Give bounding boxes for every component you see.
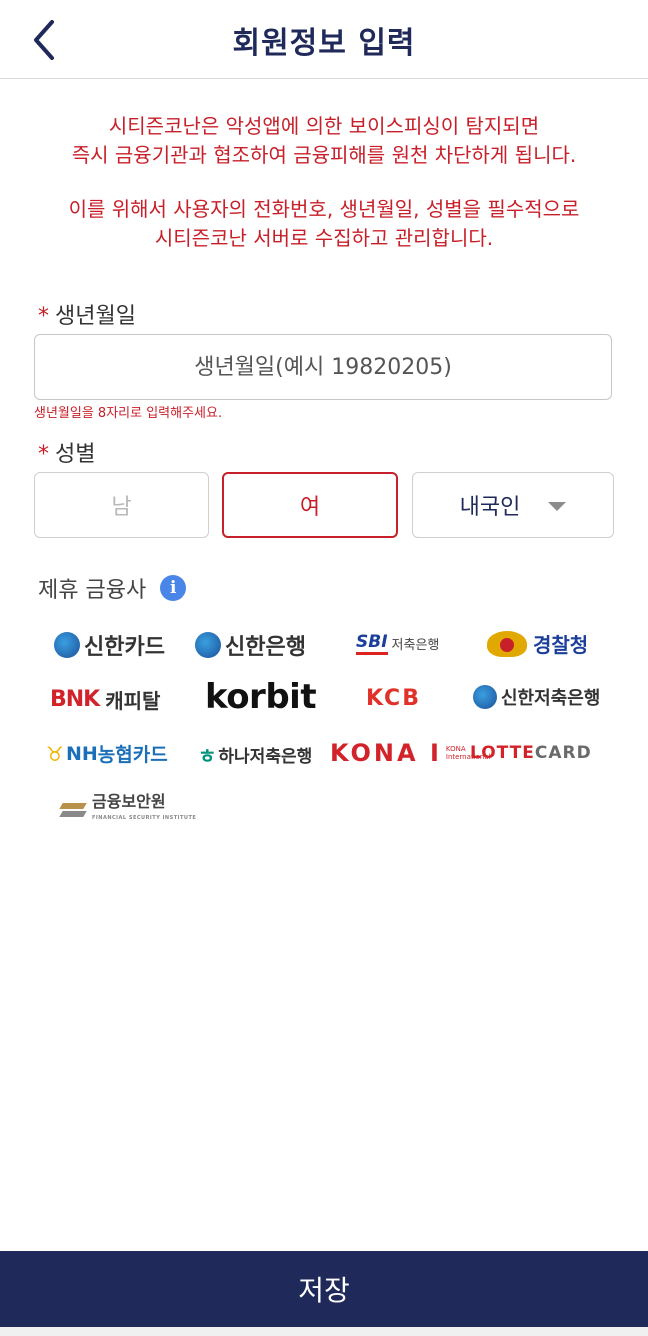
notice-line: 이를 위해서 사용자의 전화번호, 생년월일, 성별을 필수적으로 (68, 197, 580, 221)
app-header: 회원정보 입력 (0, 0, 648, 79)
logo-shinhan-card: 신한카드 (54, 629, 165, 661)
police-emblem-icon (487, 630, 527, 657)
logo-text: KONA I (330, 739, 442, 767)
logo-kcb: KCB (366, 686, 421, 711)
logo-text: 경찰청 (533, 633, 589, 657)
gender-label-text: 성별 (55, 442, 96, 467)
logo-text: 신한은행 (225, 635, 306, 660)
notice-paragraph-1: 시티즌코난은 악성앱에 의한 보이스피싱이 탐지되면 즉시 금융기관과 협조하여… (20, 112, 628, 170)
shinhan-emblem-icon (54, 632, 80, 658)
notice-paragraph-2: 이를 위해서 사용자의 전화번호, 생년월일, 성별을 필수적으로 시티즌코난 … (20, 195, 628, 253)
save-button[interactable]: 저장 (0, 1251, 648, 1327)
info-icon[interactable]: i (160, 575, 187, 601)
logo-bnk-capital: BNK 캐피탈 (50, 685, 160, 714)
notice-line: 즉시 금융기관과 협조하여 금융피해를 원천 차단하게 됩니다. (71, 143, 577, 167)
logo-text: 금융보안원 (92, 792, 166, 811)
birth-label-text: 생년월일 (55, 304, 136, 329)
shinhan-emblem-icon (473, 685, 497, 709)
logo-text: 신한카드 (84, 635, 165, 660)
shinhan-emblem-icon (195, 632, 221, 658)
logo-shinhan-bank: 신한은행 (195, 629, 306, 661)
nationality-value: 내국인 (459, 495, 521, 520)
logo-mark: SBI (356, 632, 388, 655)
logo-mark: LOTTE (470, 743, 535, 763)
logo-mark: NH (65, 742, 98, 765)
logo-hana-savings: ㅎ 하나저축은행 (198, 740, 312, 769)
logo-korbit: korbit (205, 677, 317, 717)
birth-field[interactable] (34, 334, 612, 400)
logo-lotte-card: LOTTE CARD (470, 743, 592, 763)
notice-line: 시티즌코난은 악성앱에 의한 보이스피싱이 탐지되면 (108, 114, 540, 138)
logo-kona: KONA I KONA International (330, 739, 491, 767)
partners-label-text: 제휴 금융사 (38, 578, 147, 603)
hana-emblem-icon: ㅎ (198, 744, 217, 768)
bottom-strip (0, 1327, 648, 1336)
nh-emblem-icon: ♉ (46, 741, 64, 766)
logo-text: 하나저축은행 (218, 747, 313, 767)
logo-text: CARD (534, 743, 592, 763)
logo-mark: BNK (50, 687, 100, 712)
logo-text: 캐피탈 (105, 689, 161, 713)
nationality-select[interactable]: 내국인 (412, 472, 614, 538)
logo-sbi-savings: SBI 저축은행 (356, 632, 439, 655)
partners-label: 제휴 금융사 i (38, 572, 187, 604)
logo-fsi: 금융보안원 FINANCIAL SECURITY INSTITUTE (58, 794, 196, 826)
logo-shinhan-savings: 신한저축은행 (473, 684, 600, 710)
logo-text: korbit (205, 677, 317, 717)
chevron-down-icon (548, 501, 567, 511)
page-title: 회원정보 입력 (232, 26, 416, 61)
logo-text-block: 금융보안원 FINANCIAL SECURITY INSTITUTE (92, 794, 196, 826)
gender-female-button[interactable]: 여 (222, 472, 398, 538)
logo-text: 농협카드 (97, 744, 168, 766)
logo-nh-card: ♉ NH 농협카드 (46, 740, 168, 767)
birth-label: * 생년월일 (38, 298, 136, 330)
fsi-emblem-icon (58, 800, 88, 820)
birth-hint: 생년월일을 8자리로 입력해주세요. (34, 406, 223, 421)
notice-line: 시티즌코난 서버로 수집하고 관리합니다. (154, 226, 494, 250)
gender-label: * 성별 (38, 436, 95, 468)
logo-subtext: FINANCIAL SECURITY INSTITUTE (92, 815, 197, 821)
required-mark: * (38, 442, 49, 467)
birth-input[interactable] (35, 353, 611, 381)
logo-text: KCB (366, 686, 421, 711)
required-mark: * (38, 304, 49, 329)
gender-male-button[interactable]: 남 (34, 472, 209, 538)
logo-text: 신한저축은행 (501, 688, 601, 709)
logo-text: 저축은행 (391, 638, 440, 653)
logo-police: 경찰청 (487, 629, 588, 658)
